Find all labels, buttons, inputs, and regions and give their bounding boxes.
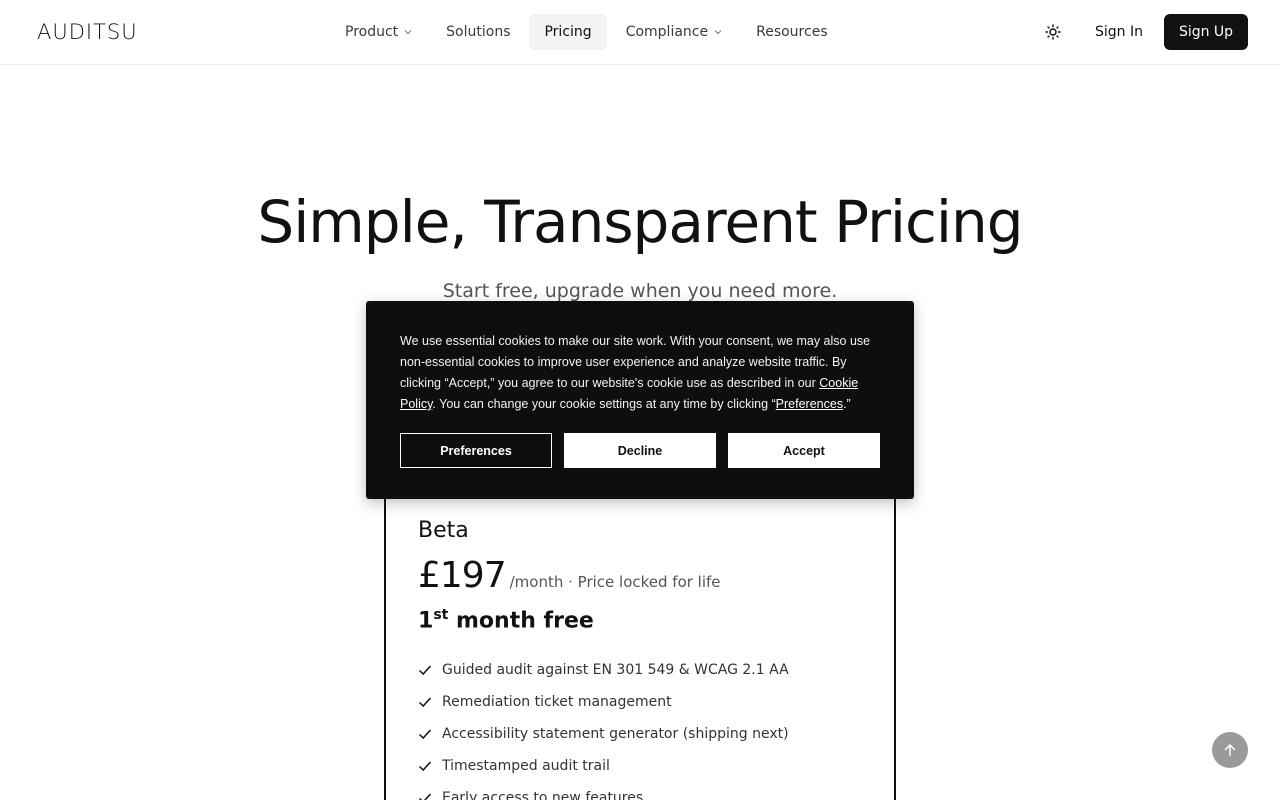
sign-in-link[interactable]: Sign In: [1082, 14, 1156, 50]
check-icon: [418, 793, 432, 800]
feature-label: Remediation ticket management: [442, 694, 672, 710]
preferences-button[interactable]: Preferences: [400, 433, 552, 468]
cookie-banner: We use essential cookies to make our sit…: [366, 301, 914, 499]
price-row: £197 /month · Price locked for life: [418, 555, 721, 597]
free-month-offer: 1st month free: [418, 600, 594, 636]
cookie-message: We use essential cookies to make our sit…: [400, 331, 884, 415]
sun-icon: [1045, 24, 1061, 40]
free-suffix: month free: [448, 608, 594, 634]
free-prefix: 1: [418, 608, 434, 634]
cookie-text-3: .”: [843, 397, 851, 411]
list-item: Timestamped audit trail: [418, 750, 789, 782]
price-note: /month · Price locked for life: [509, 573, 721, 591]
list-item: Guided audit against EN 301 549 & WCAG 2…: [418, 654, 789, 686]
list-item: Remediation ticket management: [418, 686, 789, 718]
free-sup: st: [433, 607, 449, 623]
feature-label: Timestamped audit trail: [442, 758, 610, 774]
list-item: Accessibility statement generator (shipp…: [418, 718, 789, 750]
nav-resources[interactable]: Resources: [741, 14, 843, 50]
nav-compliance-label: Compliance: [625, 24, 709, 40]
nav-compliance[interactable]: Compliance: [611, 14, 737, 50]
page-title: Simple, Transparent Pricing: [257, 188, 1023, 256]
scroll-to-top-button[interactable]: [1212, 732, 1248, 768]
nav-solutions-label: Solutions: [446, 24, 511, 40]
feature-list: Guided audit against EN 301 549 & WCAG 2…: [418, 654, 789, 800]
nav-product[interactable]: Product: [330, 14, 427, 50]
nav-resources-label: Resources: [756, 24, 828, 40]
sign-up-button[interactable]: Sign Up: [1164, 14, 1248, 50]
theme-toggle-button[interactable]: [1040, 19, 1066, 45]
nav-pricing[interactable]: Pricing: [529, 14, 607, 50]
cookie-text-1: We use essential cookies to make our sit…: [400, 334, 871, 390]
plan-price: £197: [418, 555, 507, 596]
check-icon: [418, 697, 432, 708]
check-icon: [418, 761, 432, 772]
feature-label: Guided audit against EN 301 549 & WCAG 2…: [442, 662, 789, 678]
nav-pricing-label: Pricing: [544, 24, 592, 40]
site-header: AUDITSU Product Solutions Pricing Compli…: [0, 0, 1280, 65]
nav-product-label: Product: [345, 24, 399, 40]
chevron-down-icon: [714, 30, 722, 35]
decline-button[interactable]: Decline: [564, 433, 716, 468]
main-nav: Product Solutions Pricing Compliance Res…: [330, 14, 843, 50]
check-icon: [418, 665, 432, 676]
nav-solutions[interactable]: Solutions: [431, 14, 525, 50]
preferences-link[interactable]: Preferences: [776, 397, 843, 411]
chevron-down-icon: [404, 30, 412, 35]
feature-label: Accessibility statement generator (shipp…: [442, 726, 789, 742]
arrow-up-icon: [1224, 744, 1236, 756]
plan-name: Beta: [418, 518, 469, 543]
check-icon: [418, 729, 432, 740]
logo[interactable]: AUDITSU: [37, 20, 138, 44]
feature-label: Early access to new features: [442, 790, 644, 800]
accept-button[interactable]: Accept: [728, 433, 880, 468]
cookie-text-2: . You can change your cookie settings at…: [432, 397, 776, 411]
list-item: Early access to new features: [418, 782, 789, 800]
